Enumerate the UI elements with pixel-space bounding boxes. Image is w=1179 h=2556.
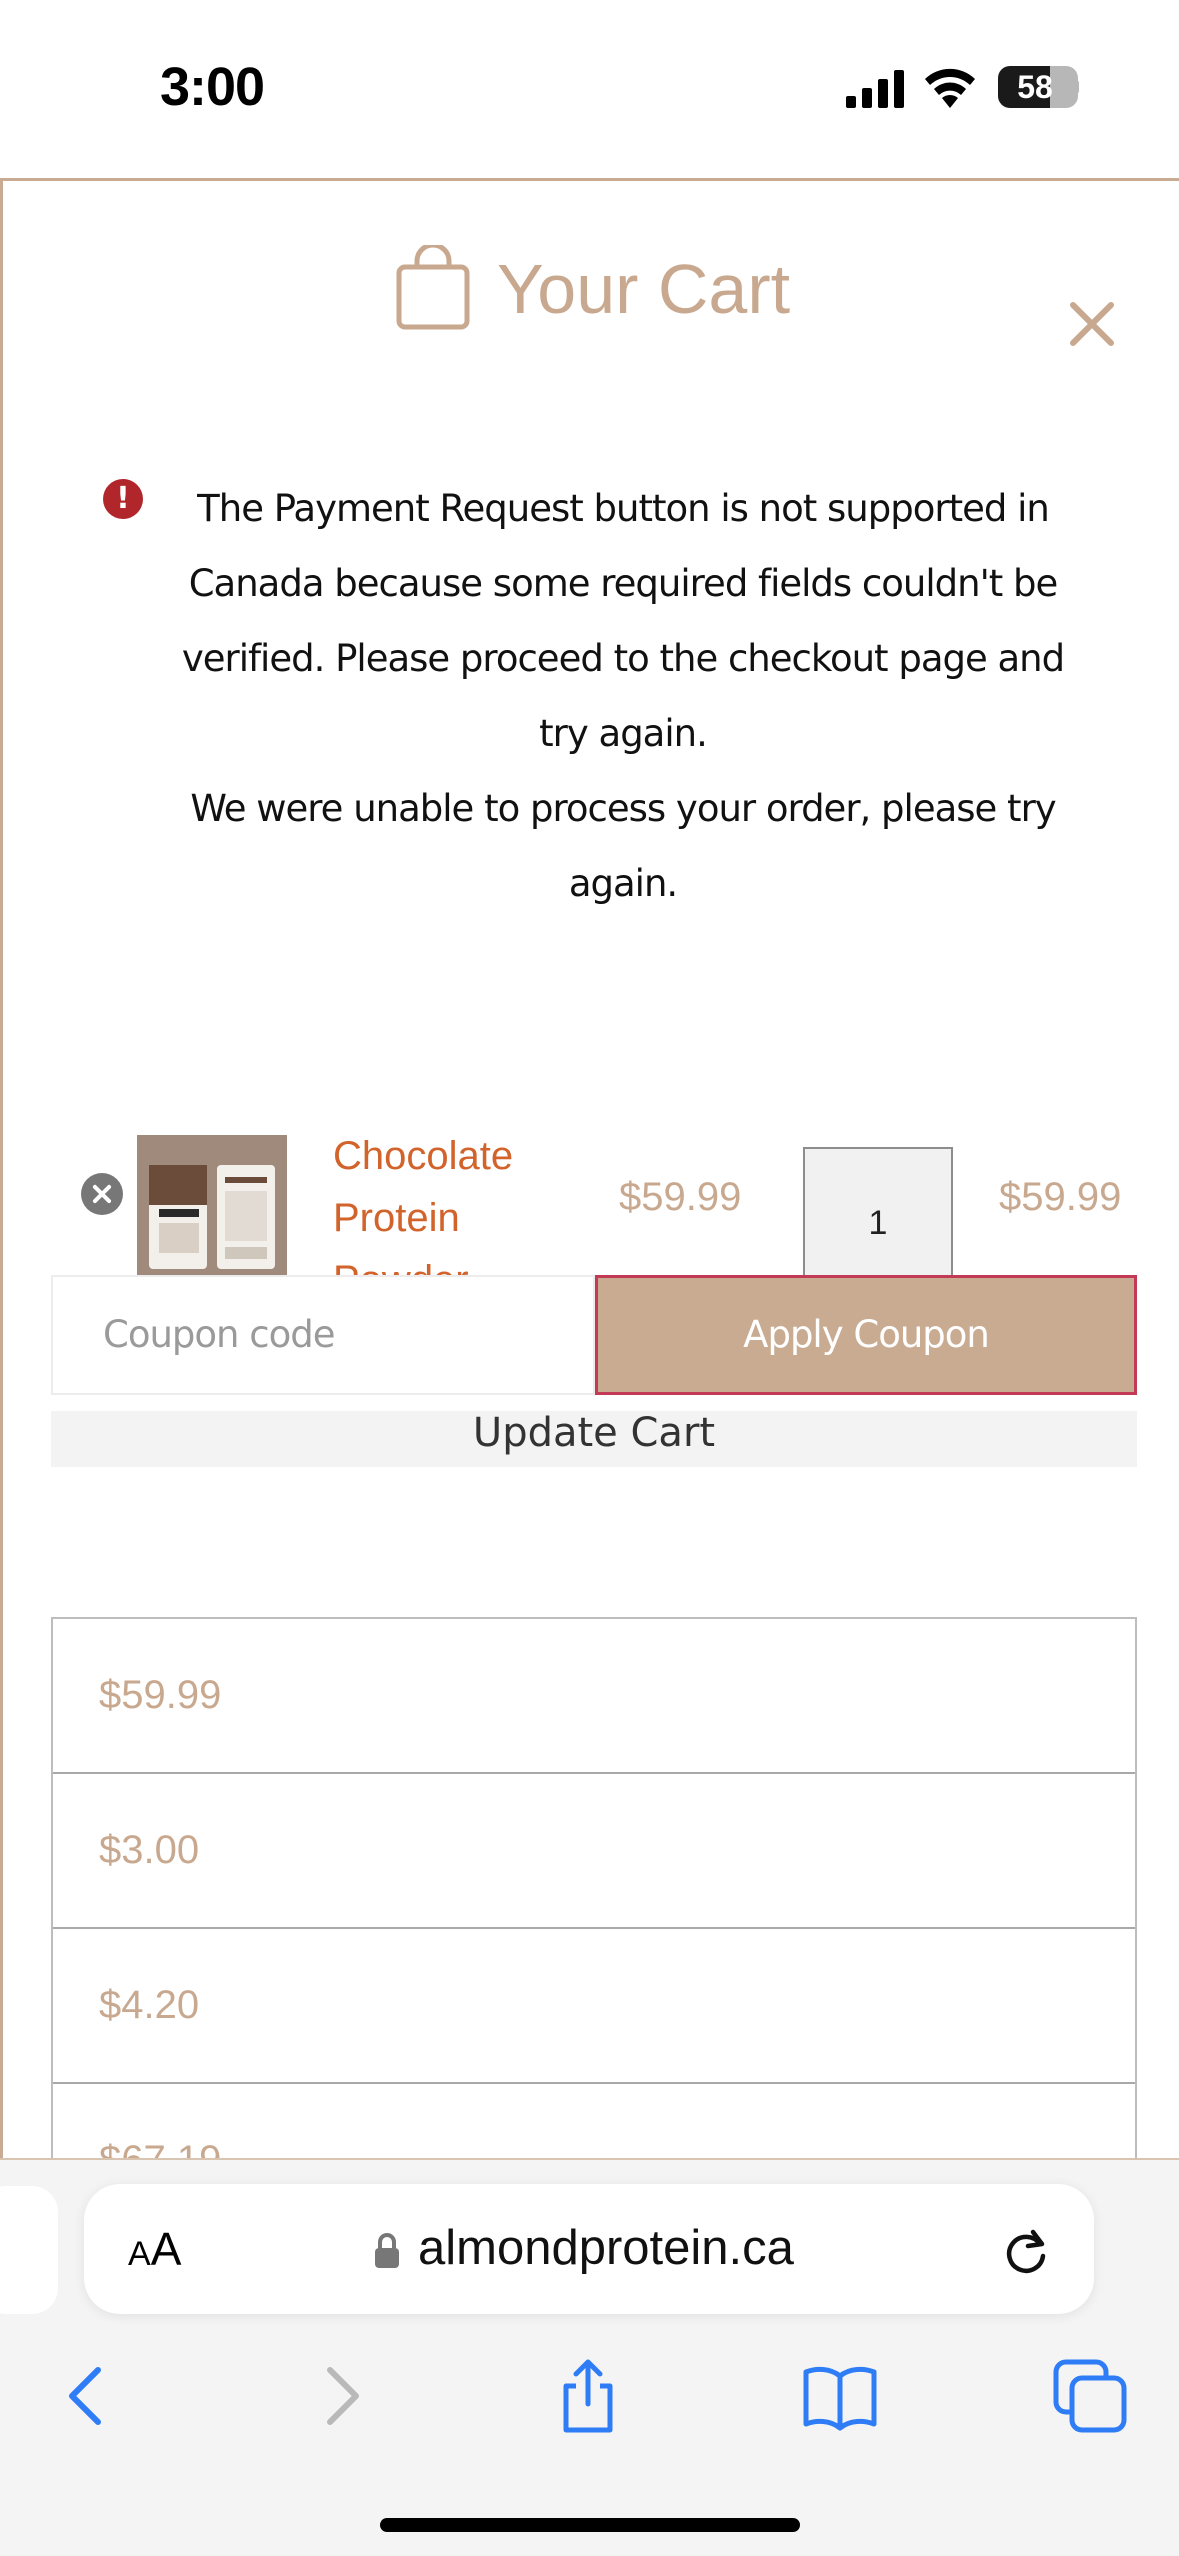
browser-chrome: AA almondprotein.ca	[0, 2158, 1179, 2556]
page-settings-button[interactable]: AA	[128, 2222, 181, 2276]
aa-large-label: A	[150, 2223, 182, 2275]
close-icon[interactable]	[1065, 297, 1119, 351]
cart-title: Your Cart	[497, 250, 791, 328]
home-indicator	[380, 2518, 800, 2532]
payment-request-error-message: The Payment Request button is not suppor…	[181, 487, 1065, 755]
tabs-icon[interactable]	[1050, 2356, 1130, 2436]
totals-tax: $4.20	[53, 1929, 1135, 2084]
status-bar: 3:00 58	[0, 0, 1179, 178]
signal-icon	[846, 70, 904, 108]
battery-icon: 58	[998, 66, 1079, 108]
coupon-code-input[interactable]: Coupon code	[51, 1275, 595, 1395]
cart-header: Your Cart	[3, 239, 1179, 349]
apply-coupon-button[interactable]: Apply Coupon	[595, 1275, 1137, 1395]
cart-item-row: Chocolate Protein Powder $59.99 1 $59.99	[3, 1051, 1179, 1302]
wifi-icon	[925, 68, 975, 108]
aa-small-label: A	[128, 2235, 151, 2273]
address-bar[interactable]: AA almondprotein.ca	[84, 2184, 1094, 2314]
share-icon[interactable]	[548, 2356, 628, 2436]
url-text[interactable]: almondprotein.ca	[418, 2220, 794, 2276]
battery-level: 58	[1017, 69, 1053, 105]
status-time: 3:00	[160, 57, 265, 117]
product-thumbnail[interactable]	[137, 1135, 287, 1285]
shopping-bag-icon	[396, 245, 470, 330]
lock-icon	[375, 2233, 399, 2268]
error-icon: !	[103, 479, 143, 519]
product-subtotal: $59.99	[999, 1175, 1122, 1219]
totals-subtotal: $59.99	[53, 1619, 1135, 1774]
update-cart-button[interactable]: Update Cart	[51, 1411, 1137, 1467]
reload-icon[interactable]	[1000, 2226, 1052, 2278]
cart-totals-table: $59.99 $3.00 $4.20 $67.19	[51, 1617, 1137, 2158]
remove-item-icon[interactable]	[81, 1173, 123, 1215]
totals-shipping: $3.00	[53, 1774, 1135, 1929]
totals-total: $67.19	[53, 2084, 1135, 2158]
cart-drawer: Your Cart ! The Payment Request button i…	[0, 178, 1179, 2158]
back-icon[interactable]	[48, 2356, 128, 2436]
product-price: $59.99	[619, 1175, 742, 1219]
bookmarks-icon[interactable]	[800, 2356, 880, 2436]
forward-icon[interactable]	[300, 2356, 380, 2436]
order-error-message: We were unable to process your order, pl…	[190, 787, 1056, 905]
previous-tab-card[interactable]	[0, 2186, 58, 2314]
